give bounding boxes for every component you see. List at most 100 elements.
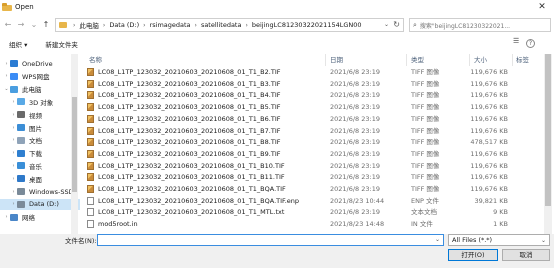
file-row[interactable]: LC08_L1TP_123032_20210603_20210608_01_T1…	[84, 90, 544, 100]
chevron-icon[interactable]: ›	[3, 73, 10, 79]
scrollbar-thumb[interactable]	[72, 97, 77, 192]
column-divider[interactable]	[325, 54, 326, 66]
organize-button[interactable]: 组织 ▾	[9, 39, 27, 49]
column-header-type[interactable]: 类型	[411, 54, 424, 66]
chevron-icon[interactable]: ›	[10, 189, 17, 195]
file-type: TIFF 图像	[411, 68, 440, 76]
scrollbar-thumb[interactable]	[545, 54, 551, 206]
nav-item-label: Windows-SSD	[29, 187, 74, 196]
nav-item-3[interactable]: › 3D 对象	[0, 96, 80, 107]
file-row[interactable]: LC08_L1TP_123032_20210603_20210608_01_T1…	[84, 79, 544, 89]
file-row[interactable]: LC08_L1TP_123032_20210603_20210608_01_T1…	[84, 161, 544, 171]
nav-item-12[interactable]: › 网络	[0, 212, 80, 223]
column-header-name[interactable]: 名称	[89, 54, 102, 66]
file-type: 文本文档	[411, 208, 437, 217]
up-button[interactable]: ↑	[41, 19, 51, 30]
file-date: 2021/6/8 23:19	[330, 185, 380, 193]
breadcrumb-rsimagedata[interactable]: rsimagedata	[150, 21, 191, 29]
chevron-icon[interactable]: ›	[3, 214, 10, 220]
chevron-icon[interactable]: ›	[10, 176, 17, 182]
view-options-icon[interactable]: ☰	[513, 37, 519, 45]
chevron-icon[interactable]: ›	[10, 163, 17, 169]
nav-item-label: 文档	[29, 137, 42, 146]
back-button[interactable]: ←	[3, 19, 13, 30]
chevron-icon[interactable]: ›	[10, 99, 17, 105]
chevron-icon[interactable]: ›	[10, 201, 17, 207]
breadcrumb-data-drive[interactable]: Data (D:)	[109, 21, 139, 29]
nav-item-label: 网络	[22, 214, 35, 223]
address-bar[interactable]: › 此电脑 › Data (D:) › rsimagedata › satell…	[55, 18, 404, 32]
file-row[interactable]: LC08_L1TP_123032_20210603_20210608_01_T1…	[84, 137, 544, 147]
nav-item-6[interactable]: › 文档	[0, 135, 80, 146]
file-row[interactable]: LC08_L1TP_123032_20210603_20210608_01_T1…	[84, 196, 544, 206]
chevron-icon[interactable]: ›	[10, 112, 17, 118]
file-row[interactable]: LC08_L1TP_123032_20210603_20210608_01_T1…	[84, 67, 544, 77]
file-type: TIFF 图像	[411, 149, 440, 158]
breadcrumb-current-folder[interactable]: beijingLC81230322021154LGN00	[252, 21, 362, 29]
tif-file-icon	[87, 149, 94, 158]
breadcrumb-this-pc[interactable]: 此电脑	[79, 20, 99, 30]
search-icon: ⌕	[413, 20, 417, 29]
file-name: LC08_L1TP_123032_20210603_20210608_01_T1…	[98, 114, 281, 123]
file-date: 2021/6/8 23:19	[330, 208, 380, 217]
nav-item-label: 3D 对象	[29, 98, 54, 107]
search-input[interactable]: ⌕ 搜索"beijingLC81230322021...	[409, 18, 551, 32]
recent-locations-button[interactable]: ⌄	[29, 19, 39, 30]
file-row[interactable]: LC08_L1TP_123032_20210603_20210608_01_T1…	[84, 172, 544, 182]
nav-item-2[interactable]: ⌄ 此电脑	[0, 84, 80, 95]
chevron-down-icon[interactable]: ⌄	[384, 21, 389, 28]
chevron-icon[interactable]: ›	[10, 137, 17, 143]
file-type: TIFF 图像	[411, 185, 440, 193]
nav-item-8[interactable]: › 音乐	[0, 160, 80, 171]
nav-item-11[interactable]: › Data (D:)	[0, 198, 80, 210]
forward-button[interactable]: →	[16, 19, 26, 30]
file-date: 2021/8/23 14:48	[330, 220, 385, 229]
file-date: 2021/6/8 23:19	[330, 161, 380, 170]
help-icon[interactable]: ?	[526, 39, 535, 48]
cancel-button[interactable]: 取消	[502, 249, 550, 261]
nav-item-0[interactable]: › OneDrive	[0, 58, 80, 69]
nav-item-5[interactable]: › 图片	[0, 122, 80, 133]
file-row[interactable]: LC08_L1TP_123032_20210603_20210608_01_T1…	[84, 184, 544, 194]
filename-input[interactable]: ⌄	[97, 234, 444, 246]
file-row[interactable]: LC08_L1TP_123032_20210603_20210608_01_T1…	[84, 102, 544, 112]
nav-item-9[interactable]: › 桌面	[0, 173, 80, 184]
navigation-scrollbar[interactable]	[71, 54, 78, 234]
column-header-size[interactable]: 大小	[474, 54, 487, 66]
breadcrumb-satellitedata[interactable]: satellitedata	[201, 21, 242, 29]
nav-item-4[interactable]: › 视频	[0, 109, 80, 120]
chevron-down-icon[interactable]: ⌄	[435, 236, 440, 243]
file-row[interactable]: LC08_L1TP_123032_20210603_20210608_01_T1…	[84, 126, 544, 136]
filename-label: 文件名(N):	[65, 237, 97, 245]
chevron-icon[interactable]: ›	[3, 61, 10, 67]
file-row[interactable]: LC08_L1TP_123032_20210603_20210608_01_T1…	[84, 207, 544, 217]
file-row[interactable]: LC08_L1TP_123032_20210603_20210608_01_T1…	[84, 149, 544, 159]
column-divider[interactable]	[469, 54, 470, 66]
refresh-icon[interactable]: ↻	[393, 20, 400, 29]
chevron-icon[interactable]: ›	[10, 125, 17, 131]
chevron-icon[interactable]: ⌄	[3, 86, 10, 92]
file-date: 2021/6/8 23:19	[330, 149, 380, 158]
column-divider[interactable]	[512, 54, 513, 66]
open-button[interactable]: 打开(O)	[448, 249, 498, 261]
chevron-icon[interactable]: ›	[10, 150, 17, 156]
file-date: 2021/6/8 23:19	[330, 79, 380, 88]
nav-item-10[interactable]: › Windows-SSD	[0, 186, 80, 197]
file-row[interactable]: mod5root.in 2021/8/23 14:48 IN 文件 1 KB	[84, 219, 544, 229]
close-button[interactable]: ✕	[535, 0, 549, 14]
column-header-tags[interactable]: 标签	[516, 54, 529, 66]
nav-item-1[interactable]: › WPS网盘	[0, 71, 80, 82]
file-size: 119,676 KB	[470, 91, 508, 100]
title-bar: Open ✕	[0, 0, 554, 14]
network-icon	[10, 213, 18, 221]
nav-item-7[interactable]: › 下载	[0, 148, 80, 159]
new-folder-button[interactable]: 新建文件夹	[45, 39, 78, 49]
file-list-scrollbar[interactable]	[544, 54, 552, 234]
file-name: LC08_L1TP_123032_20210603_20210608_01_T1…	[98, 79, 281, 88]
column-divider[interactable]	[406, 54, 407, 66]
tif-file-icon	[87, 126, 94, 135]
tif-file-icon	[87, 138, 94, 147]
file-type-select[interactable]: All Files (*.*) ⌄	[448, 234, 550, 246]
column-header-date[interactable]: 日期	[330, 54, 343, 66]
file-row[interactable]: LC08_L1TP_123032_20210603_20210608_01_T1…	[84, 114, 544, 124]
